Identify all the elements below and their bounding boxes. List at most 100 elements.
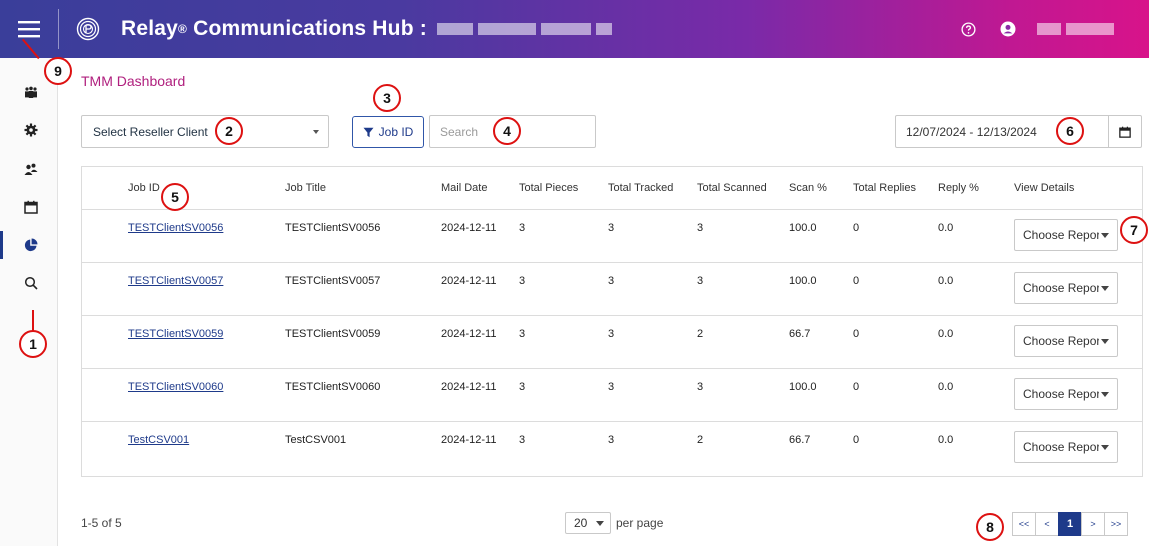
scan-pct-cell: 100.0	[789, 275, 817, 287]
scan-pct-cell: 100.0	[789, 222, 817, 234]
relay-logo-icon	[76, 17, 100, 41]
job-id-filter-button[interactable]: Job ID	[352, 116, 424, 148]
total-pieces-cell: 3	[519, 275, 526, 287]
date-picker-button[interactable]	[1108, 115, 1142, 148]
mail-date-cell: 2024-12-11	[441, 275, 497, 287]
table-row: TESTClientSV0060 TESTClientSV0060 2024-12-…	[82, 369, 1142, 422]
clients-icon	[25, 86, 37, 98]
table-header-row: Job ID Job Title Mail Date Total Pieces …	[82, 167, 1142, 210]
reply-pct-cell: 0.0	[938, 275, 954, 287]
choose-report-select[interactable]: Choose Report	[1014, 219, 1118, 251]
reseller-client-select[interactable]: Select Reseller Client	[81, 115, 329, 148]
redacted-user-name	[1037, 23, 1119, 35]
mail-date-cell: 2024-12-11	[441, 434, 497, 446]
table-row: TESTClientSV0056 TESTClientSV0056 2024-12-…	[82, 210, 1142, 263]
job-title-cell: TestCSV001	[285, 434, 347, 446]
total-tracked-cell: 3	[608, 222, 615, 234]
search-icon	[24, 276, 38, 290]
total-tracked-cell: 3	[608, 434, 615, 446]
callout-5: 5	[161, 183, 189, 211]
pagination: << < 1 > >>	[1012, 512, 1128, 536]
choose-report-select[interactable]: Choose Report	[1014, 378, 1118, 410]
col-header-total-scanned[interactable]: Total Scanned	[697, 182, 767, 194]
total-replies-cell: 0	[853, 434, 860, 446]
job-id-link[interactable]: TESTClientSV0057	[128, 275, 223, 287]
callout-9: 9	[44, 57, 72, 85]
mail-date-cell: 2024-12-11	[441, 328, 497, 340]
callout-8: 8	[976, 513, 1004, 541]
mail-date-cell: 2024-12-11	[441, 222, 497, 234]
chevron-down-icon	[1101, 339, 1109, 344]
help-icon	[960, 21, 976, 37]
choose-report-label: Choose Report	[1023, 334, 1099, 348]
callout-2: 2	[215, 117, 243, 145]
reply-pct-cell: 0.0	[938, 434, 954, 446]
menu-icon	[18, 21, 40, 38]
col-header-job-id[interactable]: Job ID	[128, 182, 160, 194]
job-title-cell: TESTClientSV0059	[285, 328, 381, 340]
job-id-link[interactable]: TestCSV001	[128, 434, 189, 446]
sidebar-item-dashboard[interactable]	[0, 230, 58, 260]
total-scanned-cell: 2	[697, 434, 704, 446]
app-header: Relay ® Communications Hub :	[0, 0, 1149, 58]
choose-report-select[interactable]: Choose Report	[1014, 272, 1118, 304]
job-id-link[interactable]: TESTClientSV0060	[128, 381, 223, 393]
callout-3: 3	[373, 84, 401, 112]
sidebar-item-users[interactable]	[0, 154, 58, 184]
filter-icon	[363, 127, 374, 137]
total-scanned-cell: 3	[697, 222, 704, 234]
callout-1: 1	[19, 330, 47, 358]
jobs-table: Job ID Job Title Mail Date Total Pieces …	[81, 166, 1143, 477]
prev-page-button[interactable]: <	[1035, 512, 1059, 536]
choose-report-select[interactable]: Choose Report	[1014, 431, 1118, 463]
choose-report-select[interactable]: Choose Report	[1014, 325, 1118, 357]
scan-pct-cell: 66.7	[789, 434, 811, 446]
col-header-scan-pct[interactable]: Scan %	[789, 182, 827, 194]
col-header-reply-pct[interactable]: Reply %	[938, 182, 979, 194]
choose-report-label: Choose Report	[1023, 281, 1099, 295]
help-button[interactable]	[957, 18, 979, 40]
choose-report-label: Choose Report	[1023, 228, 1099, 242]
relay-logo	[59, 0, 117, 58]
job-title-cell: TESTClientSV0057	[285, 275, 381, 287]
users-icon	[24, 163, 38, 175]
job-title-cell: TESTClientSV0060	[285, 381, 381, 393]
total-tracked-cell: 3	[608, 275, 615, 287]
total-scanned-cell: 3	[697, 381, 704, 393]
scan-pct-cell: 66.7	[789, 328, 811, 340]
sidebar-item-search[interactable]	[0, 268, 58, 298]
total-replies-cell: 0	[853, 328, 860, 340]
registered-mark: ®	[178, 22, 188, 36]
app-title: Relay ® Communications Hub :	[121, 17, 617, 41]
user-profile-button[interactable]	[997, 18, 1019, 40]
reply-pct-cell: 0.0	[938, 381, 954, 393]
redacted-client-name	[437, 17, 617, 41]
user-profile-icon	[1000, 21, 1016, 37]
next-page-button[interactable]: >	[1081, 512, 1105, 536]
col-header-total-pieces[interactable]: Total Pieces	[519, 182, 578, 194]
col-header-job-title[interactable]: Job Title	[285, 182, 326, 194]
sidebar-item-settings[interactable]	[0, 115, 58, 145]
reseller-client-select-value: Select Reseller Client	[93, 124, 208, 139]
total-pieces-cell: 3	[519, 434, 526, 446]
job-id-filter-label: Job ID	[378, 125, 414, 139]
col-header-total-replies[interactable]: Total Replies	[853, 182, 916, 194]
col-header-total-tracked[interactable]: Total Tracked	[608, 182, 673, 194]
chevron-down-icon	[1101, 286, 1109, 291]
mail-date-cell: 2024-12-11	[441, 381, 497, 393]
sidebar-item-calendar[interactable]	[0, 192, 58, 222]
total-replies-cell: 0	[853, 381, 860, 393]
page-title[interactable]: TMM Dashboard	[81, 73, 185, 89]
scan-pct-cell: 100.0	[789, 381, 817, 393]
table-row: TestCSV001 TestCSV001 2024-12-11 3 3 2 66.7 0 0.…	[82, 422, 1142, 475]
col-header-mail-date[interactable]: Mail Date	[441, 182, 487, 194]
calendar-icon	[24, 200, 38, 214]
job-id-link[interactable]: TESTClientSV0056	[128, 222, 223, 234]
callout-6: 6	[1056, 117, 1084, 145]
page-1-button[interactable]: 1	[1058, 512, 1082, 536]
last-page-button[interactable]: >>	[1104, 512, 1128, 536]
job-id-link[interactable]: TESTClientSV0059	[128, 328, 223, 340]
settings-icon	[24, 123, 38, 137]
per-page-select[interactable]: 20	[565, 512, 611, 534]
first-page-button[interactable]: <<	[1012, 512, 1036, 536]
